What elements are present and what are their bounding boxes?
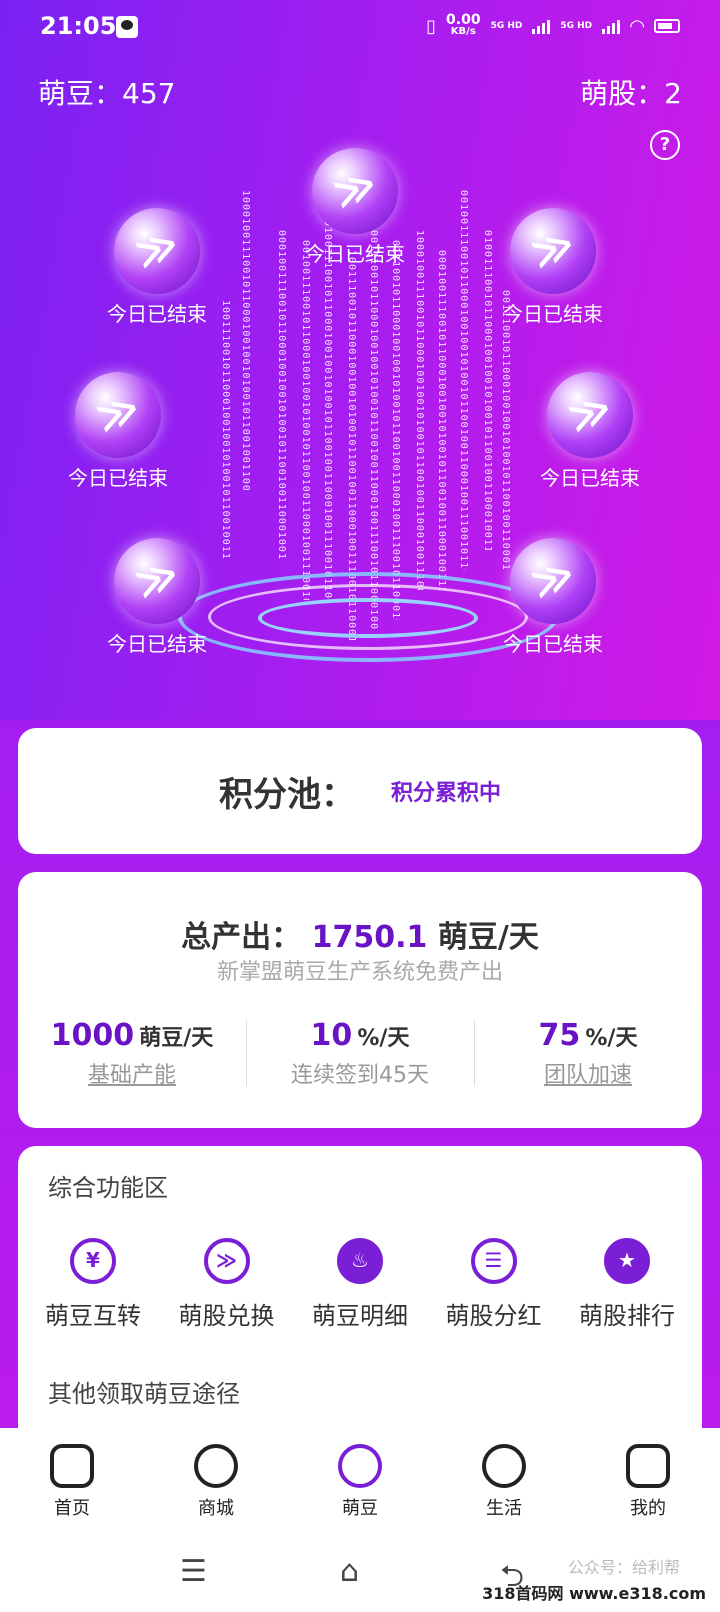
platform-ring-inner — [258, 598, 478, 638]
bean-orb-icon — [510, 538, 596, 624]
binary-column: 0001001110010110001001001010010110010011… — [436, 250, 447, 590]
bean-orb-icon — [312, 148, 398, 234]
output-stats: 1000 萌豆/天 基础产能 10 %/天 连续签到45天 75 %/天 团队加… — [18, 1018, 702, 1089]
dividend-icon: ☰ — [470, 1238, 517, 1284]
share-exchange-icon: ≫ — [203, 1238, 250, 1284]
points-pool-card: 积分池： 积分累积中 — [18, 728, 702, 854]
output-card: 总产出： 1750.1 萌豆/天 新掌盟萌豆生产系统免费产出 1000 萌豆/天… — [18, 872, 702, 1128]
app-notification-icon — [116, 16, 138, 38]
binary-column: 0001001110010110001001001010010110010011… — [276, 230, 287, 560]
home-icon — [50, 1444, 94, 1488]
bean-bubble-right-3[interactable]: 今日已结束 — [503, 538, 603, 657]
watermark-account: 公众号：给利帮 — [567, 1558, 680, 1577]
function-area-title: 综合功能区 — [48, 1174, 168, 1202]
sim1-label: 5G HD — [490, 21, 523, 31]
binary-column: 1000100111001011000100100101001011001001… — [240, 190, 251, 490]
func-share-dividend[interactable]: ☰ 萌股分红 — [429, 1238, 559, 1331]
total-output: 总产出： 1750.1 萌豆/天 — [181, 920, 539, 955]
tab-home[interactable]: 首页 — [0, 1428, 144, 1528]
other-ways-title: 其他领取萌豆途径 — [48, 1380, 240, 1408]
base-capacity-link[interactable]: 基础产能 — [18, 1057, 246, 1089]
binary-column: 0011100101100010010010100101100100110001… — [368, 230, 379, 630]
bottom-tab-bar: 首页 商城 萌豆 生活 我的 — [0, 1428, 720, 1528]
binary-column: 1000100111001011000100100101001011001001… — [414, 230, 425, 590]
home-nav-icon[interactable]: ⌂ — [340, 1554, 359, 1589]
tab-mall[interactable]: 商城 — [144, 1428, 288, 1528]
func-bean-detail[interactable]: ♨ 萌豆明细 — [295, 1238, 425, 1331]
stat-signin: 10 %/天 连续签到45天 — [246, 1018, 474, 1089]
stat-base-capacity: 1000 萌豆/天 基础产能 — [18, 1018, 246, 1089]
func-bean-transfer[interactable]: ¥ 萌豆互转 — [28, 1238, 158, 1331]
watermark-site: 318首码网 www.e318.com — [482, 1584, 706, 1603]
stat-team-boost: 75 %/天 团队加速 — [474, 1018, 702, 1089]
bean-bubble-right-2[interactable]: 今日已结束 — [540, 372, 640, 491]
function-grid: ¥ 萌豆互转 ≫ 萌股兑换 ♨ 萌豆明细 ☰ 萌股分红 ★ 萌股排行 — [28, 1238, 692, 1331]
func-share-exchange[interactable]: ≫ 萌股兑换 — [162, 1238, 292, 1331]
profile-icon — [626, 1444, 670, 1488]
binary-column: 0011100101100010010010100101100100110001… — [500, 290, 511, 570]
bean-orb-icon — [75, 372, 161, 458]
points-pool-label: 积分池： — [218, 774, 355, 815]
binary-column: 0100111001011000100100101001011001001100… — [322, 220, 333, 600]
signin-caption: 连续签到45天 — [291, 1063, 429, 1088]
vibrate-icon: ▯ — [426, 15, 437, 37]
menu-icon[interactable]: ☰ — [180, 1554, 207, 1589]
battery-icon — [654, 19, 680, 33]
signal-icon-2 — [602, 18, 621, 34]
bean-orb-icon — [114, 538, 200, 624]
binary-column: 1001110010110001001001010010110010011000… — [220, 300, 231, 560]
total-output-value: 1750.1 — [311, 920, 428, 955]
bean-bubble-left-3[interactable]: 今日已结束 — [107, 538, 207, 657]
net-speed: 0.00 KB/s — [446, 12, 481, 37]
binary-column: 0010011100101100010010010100101100100110… — [300, 240, 311, 600]
bean-bubble-right-1[interactable]: 今日已结束 — [503, 208, 603, 327]
bean-orb-icon — [114, 208, 200, 294]
team-boost-link[interactable]: 团队加速 — [474, 1057, 702, 1089]
wifi-icon: ◠ — [630, 15, 644, 37]
points-pool-status: 积分累积中 — [390, 781, 501, 806]
signal-icon — [532, 18, 551, 34]
shares-balance[interactable]: 萌股：2 — [580, 72, 682, 112]
status-bar: 21:05 ▯ 0.00 KB/s 5G HD 5G HD ◠ — [0, 0, 720, 56]
status-indicators: ▯ 0.00 KB/s 5G HD 5G HD ◠ — [426, 12, 680, 38]
tab-beans[interactable]: 萌豆 — [288, 1428, 432, 1528]
balance-row: 萌豆：457 萌股：2 — [38, 72, 682, 112]
sim2-label: 5G HD — [560, 21, 593, 31]
flame-icon: ♨ — [337, 1238, 383, 1284]
bean-bubble-top[interactable]: 今日已结束 — [305, 148, 405, 267]
binary-column: 0100111001011000100100101001011001001100… — [482, 230, 493, 550]
system-nav-bar: ☰ ⌂ ⮌ 公众号：给利帮 318首码网 www.e318.com — [0, 1528, 720, 1612]
cart-icon — [194, 1444, 238, 1488]
function-area-card: 综合功能区 ¥ 萌豆互转 ≫ 萌股兑换 ♨ 萌豆明细 ☰ 萌股分红 ★ 萌股排行 其他领取… — [18, 1146, 702, 1476]
bean-bubble-left-1[interactable]: 今日已结束 — [107, 208, 207, 327]
medal-icon: ★ — [604, 1238, 650, 1284]
bean-bubble-left-2[interactable]: 今日已结束 — [68, 372, 168, 491]
tab-life[interactable]: 生活 — [432, 1428, 576, 1528]
status-time: 21:05 — [40, 12, 117, 40]
func-share-ranking[interactable]: ★ 萌股排行 — [562, 1238, 692, 1331]
beans-balance[interactable]: 萌豆：457 — [38, 72, 175, 112]
output-subtitle: 新掌盟萌豆生产系统免费产出 — [216, 960, 503, 985]
bean-orb-icon — [547, 372, 633, 458]
binary-column: 0010011100101100010010010100101100100110… — [458, 190, 469, 570]
exchange-icon: ¥ — [70, 1238, 116, 1284]
help-icon[interactable]: ? — [650, 130, 680, 160]
bean-icon — [338, 1444, 382, 1488]
life-icon — [482, 1444, 526, 1488]
binary-column: 0111001011000100100101001011001001100010… — [390, 240, 401, 620]
tab-profile[interactable]: 我的 — [576, 1428, 720, 1528]
bean-orb-icon — [510, 208, 596, 294]
